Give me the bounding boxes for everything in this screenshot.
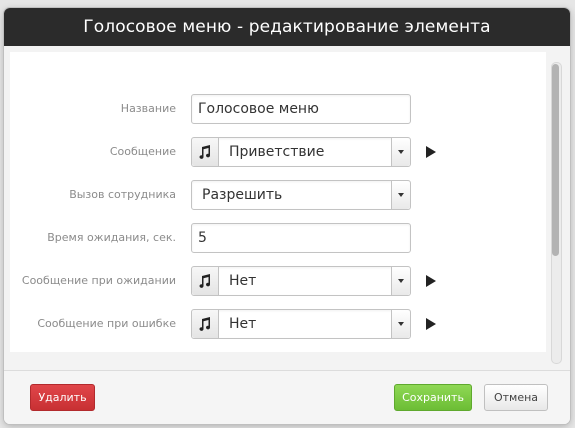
row-message: Сообщение Приветствие [10,137,546,167]
play-icon[interactable] [426,318,436,330]
message-select-value: Приветствие [229,144,325,160]
row-wait-time: Время ожидания, сек. 5 [10,223,546,253]
row-name: Название Голосовое меню [10,94,546,124]
music-note-icon[interactable] [192,310,219,338]
message-label: Сообщение [109,145,176,158]
row-wait-message: Сообщение при ожидании Нет [10,266,546,296]
chevron-down-icon[interactable] [391,267,410,295]
wait-message-value: Нет [229,273,257,289]
name-input[interactable]: Голосовое меню [191,94,411,124]
chevron-down-icon[interactable] [391,310,410,338]
wait-time-label: Время ожидания, сек. [47,231,176,244]
play-icon[interactable] [426,275,436,287]
play-icon[interactable] [426,146,436,158]
dialog-content: Название Голосовое меню Сообщение Привет… [4,46,570,371]
wait-message-select[interactable]: Нет [191,266,411,296]
dialog-footer: Удалить Сохранить Отмена [4,371,570,424]
edit-element-dialog: Голосовое меню - редактирование элемента… [4,8,570,424]
music-note-icon[interactable] [192,267,219,295]
wait-time-input[interactable]: 5 [191,223,411,253]
dialog-title: Голосовое меню - редактирование элемента [4,8,570,46]
call-employee-select[interactable]: Разрешить [191,180,411,210]
chevron-down-icon[interactable] [391,181,410,209]
row-call-employee: Вызов сотрудника Разрешить [10,180,546,210]
chevron-down-icon[interactable] [391,138,410,166]
error-message-value: Нет [229,316,257,332]
save-button[interactable]: Сохранить [394,384,472,411]
call-employee-label: Вызов сотрудника [69,188,176,201]
scrollbar-thumb[interactable] [552,64,559,256]
error-message-select[interactable]: Нет [191,309,411,339]
error-message-label: Сообщение при ошибке [37,317,176,330]
wait-time-value: 5 [198,230,207,246]
music-note-icon[interactable] [192,138,219,166]
name-input-value: Голосовое меню [198,101,319,117]
row-error-message: Сообщение при ошибке Нет [10,309,546,339]
cancel-button[interactable]: Отмена [484,384,548,411]
call-employee-value: Разрешить [202,187,283,203]
delete-button[interactable]: Удалить [30,384,95,411]
name-label: Название [120,102,176,115]
form-panel: Название Голосовое меню Сообщение Привет… [10,52,546,352]
message-select[interactable]: Приветствие [191,137,411,167]
wait-message-label: Сообщение при ожидании [21,274,176,287]
